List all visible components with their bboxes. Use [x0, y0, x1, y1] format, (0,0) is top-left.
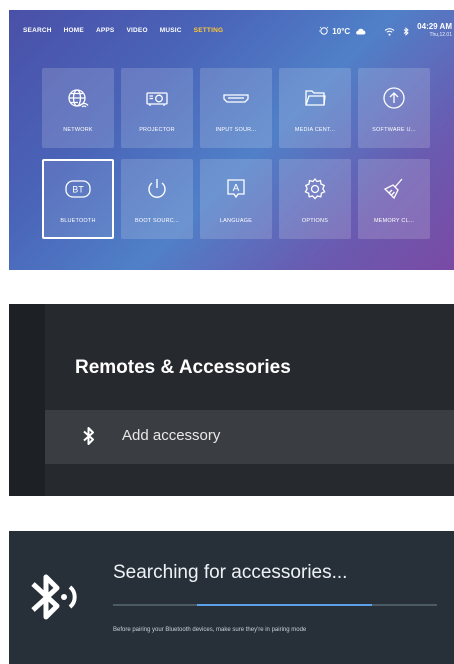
gear-icon: [304, 177, 326, 200]
progress-bar: [113, 604, 437, 606]
page-title: Remotes & Accessories: [75, 357, 291, 378]
nav-apps[interactable]: APPS: [96, 27, 115, 34]
sun-cloud-icon: [319, 26, 329, 35]
upload-icon: [383, 87, 405, 109]
folder-icon: [305, 90, 326, 106]
list-item-add-accessory[interactable]: Add accessory: [45, 410, 454, 464]
tile-label: NETWORK: [63, 127, 93, 133]
tile-label: SOFTWARE U...: [372, 127, 416, 133]
status-area: 10°C 04:29 AM Thu,12.01: [319, 23, 452, 39]
language-icon: A: [227, 179, 245, 199]
projector-icon: [146, 92, 168, 106]
tile-bluetooth[interactable]: BT BLUETOOTH: [42, 159, 114, 239]
bluetooth-searching-icon: [31, 574, 77, 620]
progress-fill: [197, 604, 373, 606]
nav-setting[interactable]: SETTING: [194, 27, 224, 34]
broom-icon: [383, 178, 403, 200]
top-nav: SEARCH HOME APPS VIDEO MUSIC SETTING: [23, 27, 235, 34]
bt-icon: BT: [65, 180, 91, 198]
temperature: 10°C: [332, 26, 351, 36]
nav-video[interactable]: VIDEO: [126, 27, 147, 34]
cloud-icon: [356, 28, 366, 34]
svg-text:BT: BT: [72, 185, 84, 195]
globe-wifi-icon: [68, 89, 89, 108]
tile-boot-source[interactable]: BOOT SOURC...: [121, 159, 193, 239]
tile-label: LANGUAGE: [219, 218, 253, 224]
tile-memory-clean[interactable]: MEMORY CL...: [358, 159, 430, 239]
tile-software-update[interactable]: SOFTWARE U...: [358, 68, 430, 148]
hdmi-icon: [223, 94, 249, 103]
bluetooth-search-screen: Searching for accessories... Before pair…: [9, 531, 454, 664]
tile-label: OPTIONS: [301, 218, 329, 224]
clock-time: 04:29 AM: [417, 22, 452, 31]
weather: 10°C: [319, 26, 368, 36]
power-icon: [148, 179, 166, 198]
tile-label: PROJECTOR: [139, 127, 175, 133]
nav-search[interactable]: SEARCH: [23, 27, 52, 34]
wifi-icon: [384, 27, 395, 36]
tile-media-center[interactable]: MEDIA CENT...: [279, 68, 351, 148]
tile-projector[interactable]: PROJECTOR: [121, 68, 193, 148]
nav-home[interactable]: HOME: [64, 27, 84, 34]
add-accessory-label: Add accessory: [122, 427, 221, 444]
launcher-settings-screen: SEARCH HOME APPS VIDEO MUSIC SETTING 10°…: [9, 10, 454, 270]
bluetooth-icon: [83, 427, 94, 445]
tile-options[interactable]: OPTIONS: [279, 159, 351, 239]
tile-network[interactable]: NETWORK: [42, 68, 114, 148]
tile-label: BLUETOOTH: [60, 218, 96, 224]
side-rail: [9, 304, 45, 496]
nav-music[interactable]: MUSIC: [160, 27, 182, 34]
tile-language[interactable]: A LANGUAGE: [200, 159, 272, 239]
clock-date: Thu,12.01: [429, 32, 452, 38]
bluetooth-status-icon: [403, 26, 409, 36]
tile-label: MEMORY CL...: [373, 218, 415, 224]
clock: 04:29 AM Thu,12.01: [417, 23, 452, 39]
svg-text:A: A: [233, 183, 240, 194]
tile-input-source[interactable]: INPUT SOUR...: [200, 68, 272, 148]
remotes-accessories-screen: Remotes & Accessories Add accessory: [9, 304, 454, 496]
top-bar: SEARCH HOME APPS VIDEO MUSIC SETTING 10°…: [9, 10, 454, 50]
tile-label: BOOT SOURC...: [134, 218, 180, 224]
searching-title: Searching for accessories...: [113, 562, 348, 583]
tile-label: MEDIA CENT...: [294, 127, 336, 133]
tile-label: INPUT SOUR...: [215, 127, 257, 133]
pairing-hint: Before pairing your Bluetooth devices, m…: [113, 627, 307, 633]
